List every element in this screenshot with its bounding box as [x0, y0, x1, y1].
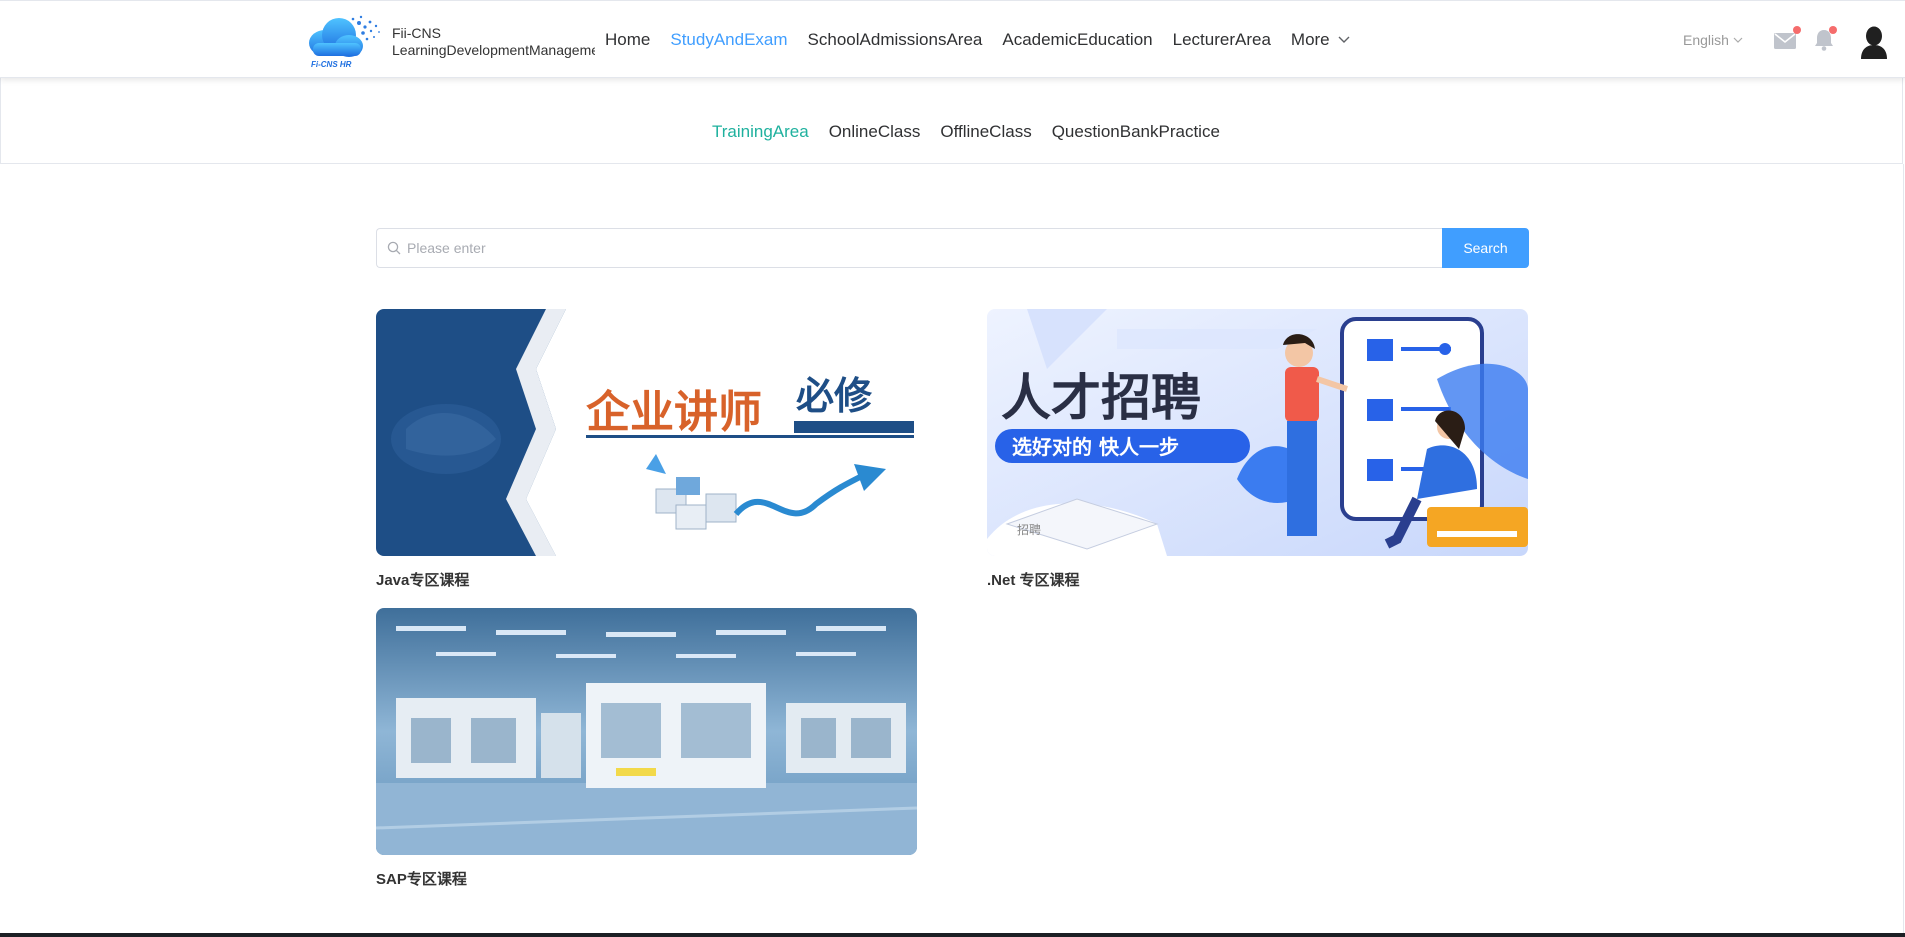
nav-more-dropdown[interactable]: More — [1291, 28, 1350, 52]
course-title[interactable]: Java专区课程 — [376, 572, 917, 590]
course-card-sap[interactable]: SAP专区课程 — [376, 608, 917, 889]
avatar-icon[interactable] — [1860, 25, 1888, 59]
course-thumbnail: 人才招聘 选好对的 快人一步 招聘 — [987, 309, 1528, 556]
mail-notification-dot — [1793, 26, 1801, 34]
banner-text: 人才招聘 — [1001, 369, 1201, 427]
bell-icon[interactable] — [1814, 26, 1838, 53]
tab-training-area[interactable]: TrainingArea — [712, 120, 809, 144]
top-header: Fi-CNS HR Fii-CNS LearningDevelopmentMan… — [0, 0, 1905, 78]
chevron-down-icon — [1338, 36, 1350, 43]
brand-line-2: LearningDevelopmentManagement — [392, 42, 595, 58]
company-logo[interactable]: Fi-CNS HR — [303, 13, 385, 71]
nav-school-admissions-area[interactable]: SchoolAdmissionsArea — [808, 28, 983, 52]
chevron-down-icon — [1733, 37, 1743, 43]
window-bottom-edge — [0, 933, 1905, 937]
course-title[interactable]: SAP专区课程 — [376, 871, 917, 889]
course-title[interactable]: .Net 专区课程 — [987, 572, 1528, 590]
brand-line-1: Fii-CNS — [392, 25, 441, 41]
search-field[interactable] — [376, 228, 1442, 268]
search-icon — [387, 241, 401, 255]
nav-academic-education[interactable]: AcademicEducation — [1002, 28, 1152, 52]
search-input[interactable] — [407, 230, 1442, 266]
banner-subtext: 选好对的 快人一步 — [1012, 435, 1179, 459]
divider — [1903, 164, 1904, 934]
tab-online-class[interactable]: OnlineClass — [829, 120, 921, 144]
course-card-java[interactable]: 企业讲师 必修 Java专区课程 — [376, 309, 917, 590]
tab-offline-class[interactable]: OfflineClass — [940, 120, 1031, 144]
book-text: 招聘 — [1017, 523, 1041, 537]
language-label: English — [1683, 32, 1729, 48]
course-card-net[interactable]: 人才招聘 选好对的 快人一步 招聘 .Net 专区课程 — [987, 309, 1528, 590]
banner-text: 企业讲师 — [586, 387, 762, 438]
course-thumbnail: 企业讲师 必修 — [376, 309, 917, 556]
nav-lecturer-area[interactable]: LecturerArea — [1173, 28, 1271, 52]
logo-text: Fi-CNS HR — [311, 60, 352, 69]
sub-nav: TrainingArea OnlineClass OfflineClass Qu… — [0, 78, 1903, 164]
tab-question-bank-practice[interactable]: QuestionBankPractice — [1052, 120, 1220, 144]
course-search: Search — [376, 228, 1529, 268]
brand-name: Fii-CNS LearningDevelopmentManagement — [392, 25, 595, 59]
bell-notification-dot — [1829, 26, 1837, 34]
course-thumbnail — [376, 608, 917, 855]
mail-icon[interactable] — [1774, 26, 1801, 53]
nav-more-label: More — [1290, 30, 1330, 49]
banner-text-2: 必修 — [796, 374, 873, 418]
main-nav: Home StudyAndExam SchoolAdmissionsArea A… — [605, 28, 1350, 52]
nav-home[interactable]: Home — [605, 28, 650, 52]
language-select[interactable]: English — [1683, 32, 1743, 48]
search-button[interactable]: Search — [1442, 228, 1529, 268]
nav-study-and-exam[interactable]: StudyAndExam — [670, 28, 787, 52]
